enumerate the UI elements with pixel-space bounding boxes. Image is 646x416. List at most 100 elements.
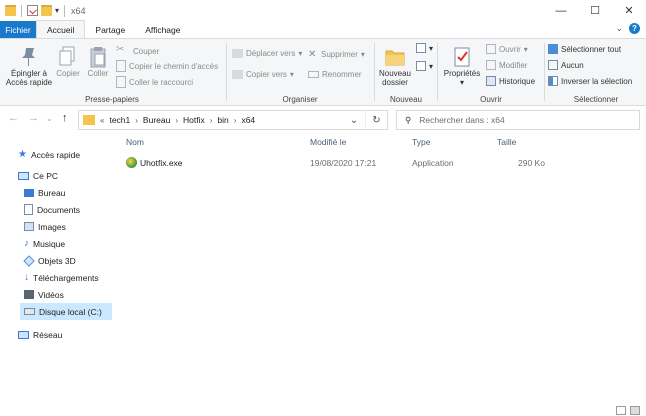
expand-ribbon-icon[interactable]: ⌄ (615, 23, 623, 34)
copy-button[interactable]: Copier (54, 45, 82, 78)
column-header-type[interactable]: Type (412, 137, 430, 147)
breadcrumb-x64[interactable]: x64 (241, 115, 255, 125)
tab-accueil[interactable]: Accueil (36, 20, 86, 38)
tab-partage[interactable]: Partage (85, 21, 135, 38)
tab-fichier[interactable]: Fichier (0, 21, 36, 38)
new-item-button[interactable]: ▾ (416, 43, 433, 53)
toolbar-divider (64, 4, 66, 17)
chevron-right-icon[interactable]: › (175, 116, 178, 125)
details-view-icon[interactable] (616, 406, 626, 415)
history-icon (486, 76, 496, 86)
minimize-button[interactable]: — (544, 0, 578, 21)
new-folder-icon (385, 50, 405, 66)
column-header-size[interactable]: Taille (497, 137, 516, 147)
history-button[interactable]: Historique (486, 76, 535, 86)
nav-item-label: Musique (33, 238, 66, 249)
column-header-modified[interactable]: Modifié le (310, 137, 346, 147)
properties-button[interactable]: Propriétés ▾ (440, 45, 484, 87)
close-button[interactable]: ✕ (612, 0, 646, 21)
nav-item-network[interactable]: Réseau (18, 326, 130, 343)
nav-item-this-pc[interactable]: Ce PC (18, 167, 130, 184)
rename-button[interactable]: Renommer (308, 70, 362, 79)
customize-toolbar-dropdown-icon[interactable]: ▾ (55, 6, 59, 15)
delete-button[interactable]: ✕ Supprimer ▾ (308, 49, 365, 60)
recent-locations-chevron-icon[interactable]: ⌄ (46, 114, 53, 123)
nav-item-quick-access[interactable]: ★ Accès rapide (18, 146, 130, 163)
back-arrow-icon[interactable]: ← (8, 112, 19, 124)
paste-shortcut-button[interactable]: Coller le raccourci (116, 76, 193, 88)
chevron-right-icon[interactable]: › (135, 116, 138, 125)
nav-item-local-disk[interactable]: Disque local (C:) (20, 303, 112, 320)
status-bar (0, 404, 646, 416)
new-folder-icon[interactable] (41, 5, 52, 16)
refresh-icon[interactable]: ↻ (365, 111, 387, 129)
images-icon (24, 222, 34, 231)
forward-arrow-icon[interactable]: → (28, 112, 39, 124)
chevron-right-icon[interactable]: › (234, 116, 237, 125)
search-box[interactable]: ⚲ Rechercher dans : x64 (396, 110, 640, 130)
videos-icon (24, 290, 34, 299)
window-controls: — ☐ ✕ (544, 0, 646, 21)
edit-icon (486, 60, 496, 70)
new-folder-button[interactable]: Nouveau dossier (376, 45, 414, 87)
copy-to-icon (232, 70, 243, 79)
select-none-label: Aucun (561, 60, 584, 70)
chevron-down-icon: ▾ (360, 50, 365, 59)
select-all-icon (548, 44, 558, 54)
select-all-button[interactable]: Sélectionner tout (548, 44, 621, 54)
properties-icon[interactable] (27, 5, 38, 16)
large-icons-view-icon[interactable] (630, 406, 640, 415)
open-button[interactable]: Ouvrir ▾ (486, 44, 528, 54)
file-list: Nom Modifié le Type Taille Uhotfix.exe 1… (116, 134, 630, 404)
nav-item-label: Disque local (C:) (39, 306, 102, 317)
address-bar[interactable]: « tech1 › Bureau › Hotfix › bin › x64 ⌄ … (78, 110, 388, 130)
tab-affichage[interactable]: Affichage (135, 21, 190, 38)
vertical-scrollbar[interactable] (630, 134, 646, 404)
maximize-button[interactable]: ☐ (578, 0, 612, 21)
copy-path-icon (116, 60, 126, 72)
copy-to-label: Copier vers (246, 70, 287, 79)
chevron-down-icon: ▾ (523, 44, 528, 54)
group-divider (437, 43, 438, 101)
group-divider (226, 43, 227, 101)
up-arrow-icon[interactable]: ↑ (62, 112, 68, 124)
paste-button[interactable]: Coller (84, 45, 112, 78)
table-row[interactable]: Uhotfix.exe 19/08/2020 17:21 Application… (122, 154, 562, 172)
copy-path-button[interactable]: Copier le chemin d'accès (116, 60, 218, 72)
file-modified: 19/08/2020 17:21 (310, 158, 377, 168)
column-header-name[interactable]: Nom (126, 137, 144, 147)
pin-quick-access-button[interactable]: Épingler à Accès rapide (4, 45, 54, 87)
breadcrumb-tech1[interactable]: tech1 (109, 115, 130, 125)
ribbon-tabs: Fichier Accueil Partage Affichage ⌄ ? (0, 20, 646, 38)
edit-button[interactable]: Modifier (486, 60, 527, 70)
breadcrumb-bureau[interactable]: Bureau (143, 115, 170, 125)
invert-selection-button[interactable]: Inverser la sélection (548, 76, 632, 86)
move-to-button[interactable]: Déplacer vers ▾ (232, 49, 302, 58)
file-size: 290 Ko (518, 158, 545, 168)
search-placeholder: Rechercher dans : x64 (419, 115, 505, 125)
breadcrumb-bin[interactable]: bin (217, 115, 228, 125)
documents-icon (24, 204, 33, 215)
delete-label: Supprimer (321, 50, 358, 59)
quick-access-toolbar: ▾ (0, 4, 67, 17)
file-name: Uhotfix.exe (140, 158, 183, 168)
chevron-down-icon: ▾ (429, 61, 434, 71)
cut-button[interactable]: ✂ Couper (116, 44, 159, 58)
select-none-button[interactable]: Aucun (548, 60, 584, 70)
new-item-icon (416, 43, 426, 53)
move-to-icon (232, 49, 243, 58)
breadcrumb-hotfix[interactable]: Hotfix (183, 115, 205, 125)
breadcrumb-overflow[interactable]: « (100, 116, 104, 125)
copy-to-button[interactable]: Copier vers ▾ (232, 70, 294, 79)
invert-selection-icon (548, 76, 558, 86)
chevron-right-icon[interactable]: › (210, 116, 213, 125)
new-folder-label: Nouveau dossier (378, 69, 412, 87)
history-label: Historique (499, 76, 536, 86)
address-dropdown-icon[interactable]: ⌄ (343, 111, 365, 129)
help-icon[interactable]: ? (629, 23, 640, 34)
ribbon-toggle-area: ⌄ ? (615, 23, 640, 34)
easy-access-button[interactable]: ▾ (416, 61, 433, 71)
nav-item-label: Bureau (38, 187, 66, 198)
downloads-icon: ↓ (24, 272, 29, 283)
address-row: ← → ⌄ ↑ « tech1 › Bureau › Hotfix › bin … (0, 106, 646, 131)
